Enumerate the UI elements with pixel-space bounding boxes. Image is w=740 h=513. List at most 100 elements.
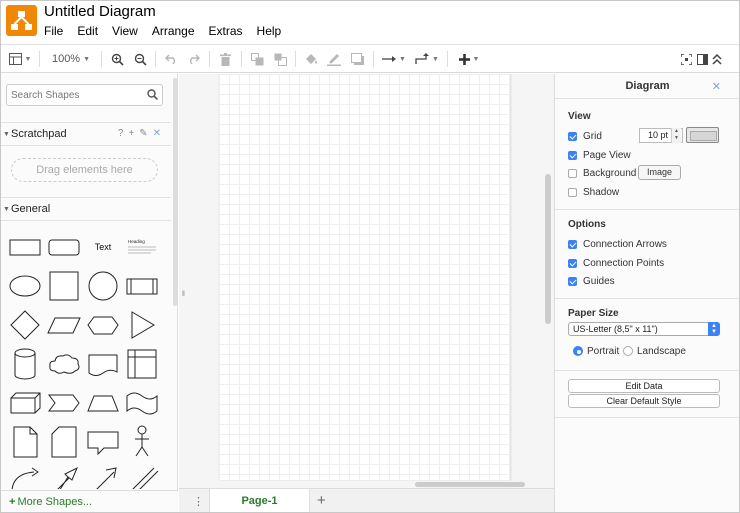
grid-size-stepper[interactable]: ▲ ▼ — [671, 128, 681, 143]
background-checkbox-row[interactable]: Background — [568, 166, 636, 180]
line-color-button[interactable] — [326, 51, 342, 67]
tab-page-1[interactable]: Page-1 — [209, 489, 310, 512]
grid-checkbox-row[interactable]: Grid — [568, 129, 602, 143]
arrow-shape[interactable] — [84, 462, 122, 489]
more-shapes-button[interactable]: + More Shapes... — [9, 496, 92, 508]
internal-storage-shape[interactable] — [123, 345, 161, 383]
parallelogram-shape[interactable] — [45, 306, 83, 344]
add-icon[interactable]: + — [128, 128, 134, 139]
menu-help[interactable]: Help — [257, 24, 291, 38]
paper-size-select[interactable]: US-Letter (8,5" x 11") ▲ ▼ — [568, 322, 720, 336]
ellipse-shape[interactable] — [6, 267, 44, 305]
landscape-radio[interactable] — [623, 346, 633, 356]
connection-arrows-checkbox[interactable] — [568, 239, 577, 249]
link-shape[interactable] — [123, 462, 161, 489]
actor-shape[interactable] — [123, 423, 161, 461]
canvas-horizontal-scrollbar[interactable] — [415, 482, 525, 487]
page-view-checkbox-row[interactable]: Page View — [568, 148, 631, 162]
shadow-checkbox[interactable] — [568, 187, 577, 197]
landscape-radio-row[interactable]: Landscape — [623, 344, 686, 358]
sidebar-scrollbar[interactable] — [173, 78, 177, 306]
insert-button[interactable]: ▼ — [456, 51, 482, 67]
page-view-checkbox[interactable] — [568, 150, 577, 160]
clear-default-style-button[interactable]: Clear Default Style — [568, 394, 720, 408]
help-icon[interactable]: ? — [118, 128, 124, 139]
trapezoid-shape[interactable] — [84, 384, 122, 422]
grid-checkbox[interactable] — [568, 131, 577, 141]
cube-shape[interactable] — [6, 384, 44, 422]
edit-data-button[interactable]: Edit Data — [568, 379, 720, 393]
shadow-button[interactable] — [349, 51, 365, 67]
step-shape[interactable] — [45, 384, 83, 422]
cloud-shape[interactable] — [45, 345, 83, 383]
cylinder-shape[interactable] — [6, 345, 44, 383]
guides-checkbox[interactable] — [568, 276, 577, 286]
zoom-out-button[interactable] — [132, 51, 148, 67]
curved-arrow-shape[interactable] — [6, 462, 44, 489]
portrait-radio-row[interactable]: Portrait — [573, 344, 619, 358]
process-shape[interactable] — [123, 267, 161, 305]
circle-shape[interactable] — [84, 267, 122, 305]
menu-view[interactable]: View — [112, 24, 147, 38]
menu-arrange[interactable]: Arrange — [152, 24, 204, 38]
sidebar-splitter-grip[interactable]: ‖ — [182, 291, 185, 298]
triangle-shape[interactable] — [123, 306, 161, 344]
undo-button[interactable] — [163, 51, 179, 67]
edit-icon[interactable]: ✎ — [139, 128, 147, 139]
search-icon[interactable] — [147, 89, 158, 100]
scratchpad-drop-zone[interactable]: Drag elements here — [11, 158, 158, 182]
canvas-vertical-scrollbar[interactable] — [545, 174, 551, 324]
menu-edit[interactable]: Edit — [77, 24, 107, 38]
redo-button[interactable] — [185, 51, 201, 67]
thick-arrow-shape[interactable] — [45, 462, 83, 489]
fill-color-button[interactable] — [303, 51, 319, 67]
connection-points-row[interactable]: Connection Points — [568, 256, 664, 270]
tape-shape[interactable] — [123, 384, 161, 422]
callout-shape[interactable] — [84, 423, 122, 461]
zoom-in-button[interactable] — [109, 51, 125, 67]
menu-file[interactable]: File — [44, 24, 72, 38]
hexagon-shape[interactable] — [84, 306, 122, 344]
guides-row[interactable]: Guides — [568, 274, 615, 288]
collapse-button[interactable] — [710, 51, 724, 67]
to-back-button[interactable] — [272, 51, 288, 67]
delete-button[interactable] — [217, 51, 233, 67]
search-shapes-input[interactable] — [11, 88, 141, 102]
background-label: Background — [583, 167, 637, 179]
rectangle-shape[interactable] — [6, 228, 44, 266]
shadow-checkbox-row[interactable]: Shadow — [568, 185, 619, 199]
pages-menu-icon[interactable]: ⋮ — [193, 495, 204, 508]
card-shape[interactable] — [45, 423, 83, 461]
connection-arrows-row[interactable]: Connection Arrows — [568, 237, 667, 251]
diagram-canvas[interactable] — [179, 74, 554, 488]
connection-style-button[interactable]: ▼ — [381, 51, 407, 67]
waypoints-button[interactable]: ▼ — [414, 51, 440, 67]
scratchpad-header[interactable]: ▼ Scratchpad ? + ✎ ✕ — [1, 122, 171, 146]
general-header[interactable]: ▼ General — [1, 197, 171, 221]
zoom-select[interactable]: 100% ▼ — [49, 51, 93, 67]
close-icon[interactable]: ✕ — [153, 128, 161, 139]
portrait-radio[interactable] — [573, 346, 583, 356]
background-checkbox[interactable] — [568, 168, 577, 178]
view-panels-button[interactable]: ▼ — [8, 51, 32, 67]
note-shape[interactable] — [6, 423, 44, 461]
to-front-button[interactable] — [249, 51, 265, 67]
text-shape[interactable]: Text — [84, 228, 122, 266]
arrow-right-icon — [382, 56, 397, 62]
format-panel-toggle[interactable] — [695, 51, 709, 67]
document-shape[interactable] — [84, 345, 122, 383]
diamond-shape[interactable] — [6, 306, 44, 344]
fullscreen-button[interactable] — [679, 51, 693, 67]
page-grid[interactable] — [219, 74, 511, 480]
menu-extras[interactable]: Extras — [209, 24, 252, 38]
background-image-button[interactable]: Image — [638, 165, 681, 180]
grid-color-button[interactable] — [686, 127, 719, 143]
connection-points-checkbox[interactable] — [568, 258, 577, 268]
textbox-shape[interactable]: Heading — [123, 228, 161, 266]
square-shape[interactable] — [45, 267, 83, 305]
rounded-rectangle-shape[interactable] — [45, 228, 83, 266]
add-page-icon[interactable]: + — [317, 492, 326, 509]
close-icon[interactable]: ✕ — [712, 80, 721, 93]
plus-icon: + — [9, 496, 16, 508]
document-title[interactable]: Untitled Diagram — [44, 3, 156, 20]
